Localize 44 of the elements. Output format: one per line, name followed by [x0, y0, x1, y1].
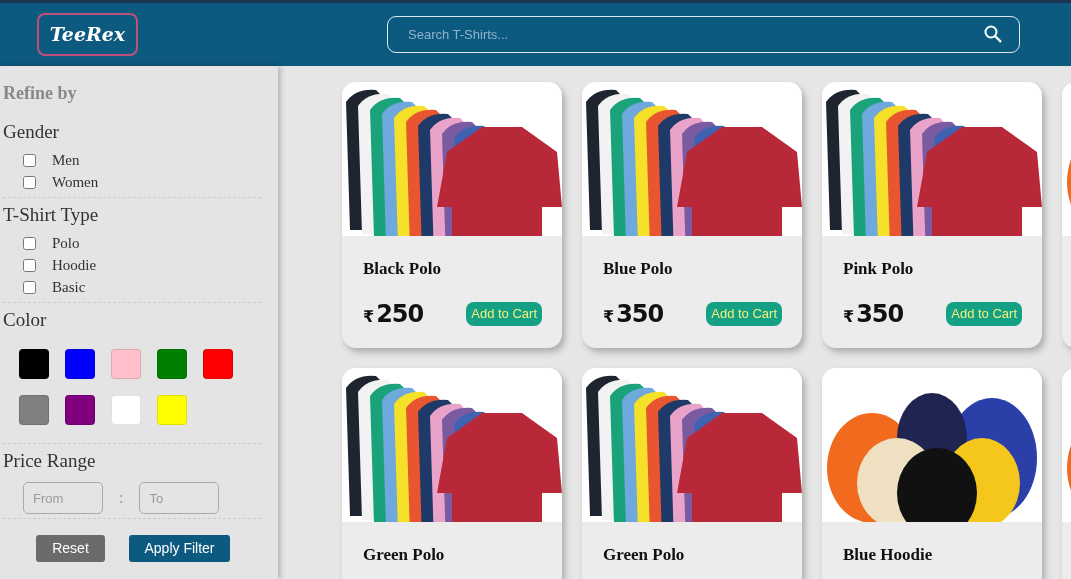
checkbox[interactable] — [23, 175, 36, 189]
option-label: Men — [52, 151, 80, 170]
price-to-field[interactable]: To — [139, 482, 220, 514]
color-swatch[interactable] — [19, 395, 49, 425]
color-swatch[interactable] — [65, 349, 95, 379]
add-to-cart-button[interactable]: Add to Cart — [466, 301, 542, 326]
filter-heading: Price Range — [3, 450, 97, 472]
product-price: ₹250 — [363, 298, 424, 330]
add-to-cart-button[interactable]: Add to Cart — [706, 301, 782, 326]
option-label: Hoodie — [52, 256, 97, 275]
price-from-field[interactable]: From — [23, 482, 103, 514]
color-swatch[interactable] — [157, 395, 187, 425]
product-name: Black Polo — [362, 258, 442, 280]
filter-heading: Color — [3, 309, 48, 331]
product-name: Blue Polo — [602, 258, 674, 280]
checkbox[interactable] — [23, 236, 36, 250]
product-name: Blue Hoodie — [842, 544, 934, 566]
option-label: Basic — [52, 278, 86, 297]
product-name: Pink Polo — [842, 258, 915, 280]
search-field[interactable]: Search T-Shirts... — [387, 16, 1020, 53]
checkbox[interactable] — [23, 280, 36, 294]
product-price: ₹350 — [603, 298, 664, 330]
color-swatch[interactable] — [157, 349, 187, 379]
color-swatch[interactable] — [111, 395, 141, 425]
logo[interactable]: TeeRex — [37, 13, 138, 56]
color-swatch[interactable] — [19, 349, 49, 379]
apply-filter-button[interactable]: Apply Filter — [129, 535, 230, 562]
filter-heading: Gender — [3, 121, 60, 143]
option-label: Women — [52, 173, 99, 192]
reset-button[interactable]: Reset — [36, 535, 105, 562]
range-separator: : — [119, 488, 124, 508]
search-icon[interactable] — [984, 25, 1002, 43]
product-name: Green Polo — [362, 544, 446, 566]
color-swatch[interactable] — [65, 395, 95, 425]
checkbox[interactable] — [23, 153, 36, 167]
checkbox[interactable] — [23, 258, 36, 272]
filter-heading: T-Shirt Type — [3, 204, 100, 226]
product-name: Green Polo — [602, 544, 686, 566]
option-label: Polo — [52, 234, 80, 253]
product-price: ₹350 — [843, 298, 904, 330]
sidebar-title: Refine by — [3, 82, 78, 105]
color-swatch[interactable] — [111, 349, 141, 379]
color-swatch[interactable] — [203, 349, 233, 379]
add-to-cart-button[interactable]: Add to Cart — [946, 301, 1022, 326]
